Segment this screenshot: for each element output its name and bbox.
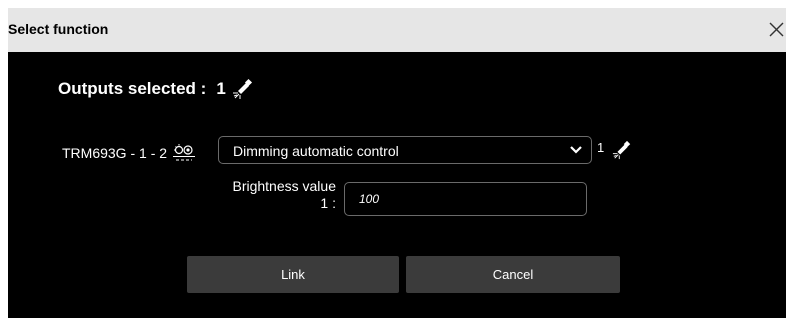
dialog-title: Select function [8,21,109,37]
link-button[interactable]: Link [187,256,399,293]
sensor-icon [173,144,196,162]
device-name: TRM693G - 1 - 2 [62,145,168,161]
function-output-count: 1 [597,140,605,155]
function-select-value: Dimming automatic control [233,143,399,159]
brightness-label-line1: Brightness value [232,178,336,194]
brightness-label: Brightness value 1 : [218,178,336,212]
function-select[interactable]: Dimming automatic control [218,136,592,164]
cancel-button[interactable]: Cancel [406,256,620,293]
outputs-selected: Outputs selected : 1 [58,78,254,100]
brightness-label-line2: 1 : [320,195,336,211]
chevron-down-icon [569,145,583,155]
outputs-selected-count: 1 [216,79,226,98]
dialog-body: Outputs selected : 1 TRM693G - 1 - 2 Dim… [8,52,786,318]
lamp-icon [612,140,632,160]
outputs-selected-label: Outputs selected : [58,79,207,98]
close-icon[interactable] [766,18,786,40]
device-row: TRM693G - 1 - 2 [62,144,196,162]
brightness-value-input[interactable] [344,182,587,216]
dialog-title-bar: Select function [8,8,786,52]
lamp-icon [232,78,254,100]
